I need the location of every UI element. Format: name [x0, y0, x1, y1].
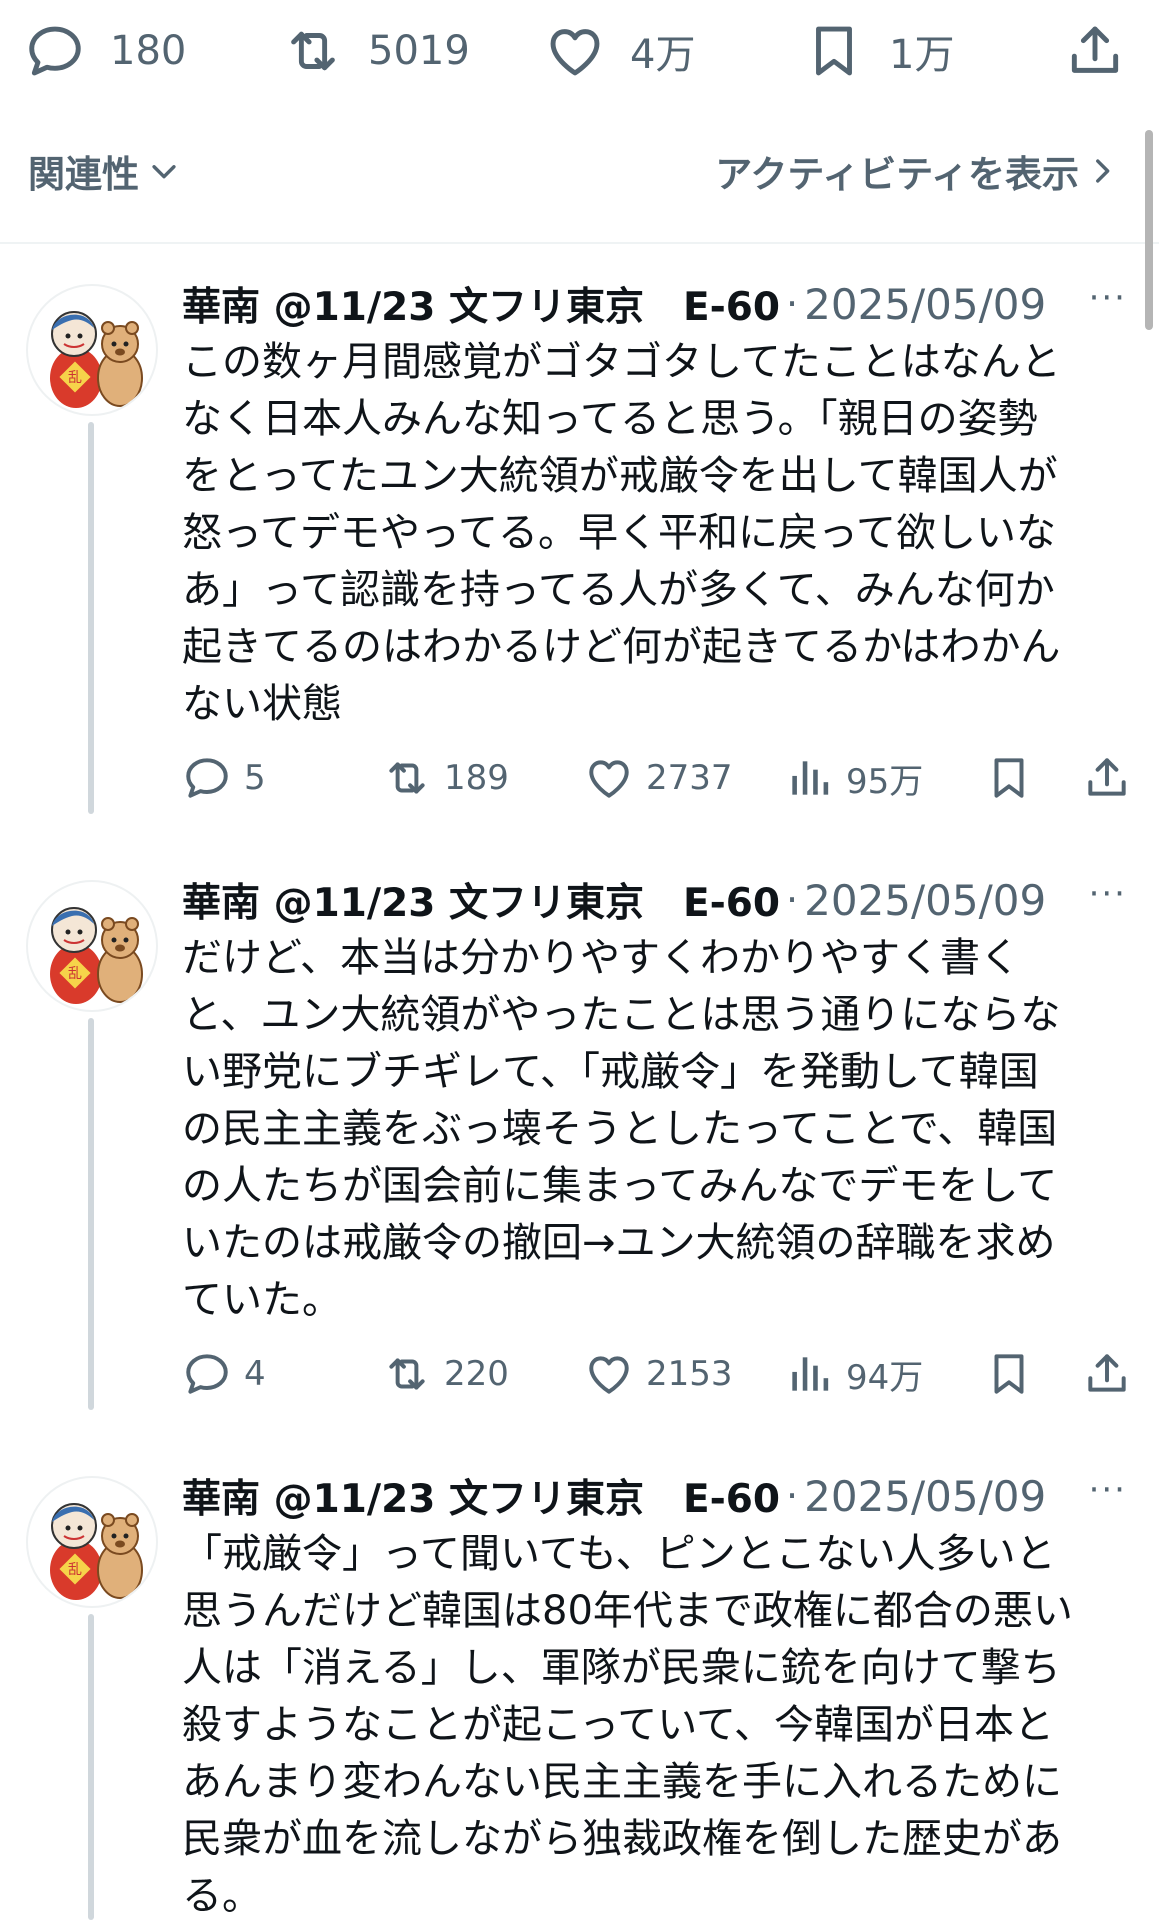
repost-button[interactable]: 189: [382, 748, 509, 808]
thread-line: [88, 422, 94, 814]
tweet-action-bar: 4 220 2153 94万: [182, 1344, 1159, 1404]
reply-count: 180: [110, 28, 187, 74]
tweet-date[interactable]: 2025/05/09: [804, 876, 1046, 925]
views-button[interactable]: 95万: [784, 748, 923, 808]
repost-icon: [382, 753, 432, 803]
views-icon: [784, 1349, 834, 1399]
reply-icon: [182, 1349, 232, 1399]
share-button[interactable]: [1064, 18, 1126, 84]
more-icon[interactable]: ···: [1089, 874, 1127, 914]
like-count: 4万: [630, 32, 696, 78]
author-name[interactable]: 華南 @11/23 文フリ東京 E-60: [182, 1468, 780, 1524]
reply-button[interactable]: 4: [182, 1344, 266, 1404]
repost-button[interactable]: 5019: [282, 18, 470, 84]
reply-button[interactable]: 180: [24, 18, 186, 84]
tweet-header: 華南 @11/23 文フリ東京 E-60 · 2025/05/09 ···: [182, 1466, 1139, 1526]
view-activity-label: アクティビティを表示: [715, 153, 1079, 196]
avatar-image: [28, 286, 158, 416]
bookmark-icon: [984, 1349, 1034, 1399]
more-icon[interactable]: ···: [1089, 278, 1127, 318]
reply-count: 5: [244, 758, 266, 798]
repost-count: 5019: [368, 28, 470, 74]
heart-icon: [544, 20, 606, 82]
divider: [0, 242, 1159, 244]
views-count: 94万: [846, 1357, 924, 1398]
tweet-header: 華南 @11/23 文フリ東京 E-60 · 2025/05/09 ···: [182, 870, 1139, 930]
more-icon[interactable]: ···: [1089, 1470, 1127, 1510]
tweet-date[interactable]: 2025/05/09: [804, 280, 1046, 329]
thread-line: [88, 1018, 94, 1410]
share-icon: [1064, 20, 1126, 82]
view-activity-link[interactable]: アクティビティを表示: [715, 144, 1119, 198]
reply-button[interactable]: 5: [182, 748, 266, 808]
like-button[interactable]: 4万: [544, 18, 695, 84]
bookmark-button[interactable]: [984, 1344, 1034, 1404]
bookmark-count: 1万: [889, 32, 955, 78]
reply-icon: [182, 753, 232, 803]
separator: ·: [786, 1474, 799, 1518]
tweet-header: 華南 @11/23 文フリ東京 E-60 · 2025/05/09 ···: [182, 274, 1139, 334]
share-button[interactable]: [1082, 748, 1132, 808]
sort-dropdown[interactable]: 関連性: [28, 144, 181, 198]
bookmark-icon: [803, 20, 865, 82]
heart-icon: [584, 1349, 634, 1399]
avatar[interactable]: [26, 880, 158, 1012]
share-icon: [1082, 753, 1132, 803]
repost-icon: [282, 20, 344, 82]
sort-label: 関連性: [28, 153, 139, 196]
like-button[interactable]: 2737: [584, 748, 733, 808]
thread-line: [88, 1614, 94, 1920]
bookmark-icon: [984, 753, 1034, 803]
reply-tweet[interactable]: 華南 @11/23 文フリ東京 E-60 · 2025/05/09 ··· 「戒…: [0, 1442, 1159, 1920]
repost-button[interactable]: 220: [382, 1344, 509, 1404]
reply-sort-bar: 関連性 アクティビティを表示: [0, 128, 1159, 212]
bookmark-button[interactable]: [984, 748, 1034, 808]
like-count: 2153: [646, 1354, 733, 1394]
bookmark-button[interactable]: 1万: [803, 18, 954, 84]
repost-count: 189: [444, 758, 509, 798]
avatar[interactable]: [26, 1476, 158, 1608]
share-button[interactable]: [1082, 1344, 1132, 1404]
like-count: 2737: [646, 758, 733, 798]
separator: ·: [786, 282, 799, 326]
tweet-action-bar: 5 189 2737 95万: [182, 748, 1159, 808]
repost-count: 220: [444, 1354, 509, 1394]
views-button[interactable]: 94万: [784, 1344, 923, 1404]
reply-count: 4: [244, 1354, 266, 1394]
tweet-text: だけど、本当は分かりやすくわかりやすく書く と、ユン大統領がやったことは思う通り…: [182, 935, 1061, 1323]
reply-icon: [24, 20, 86, 82]
reply-tweet[interactable]: 華南 @11/23 文フリ東京 E-60 · 2025/05/09 ··· この…: [0, 250, 1159, 846]
repost-icon: [382, 1349, 432, 1399]
tweet-text: この数ヶ月間感覚がゴタゴタしてたことはなんと なく日本人みんな知ってると思う。「…: [182, 339, 1061, 727]
post-action-bar: 180 5019 4万 1万: [0, 0, 1159, 110]
tweet-text: 「戒厳令」って聞いても、ピンとこない人多いと 思うんだけど韓国は80年代まで政権…: [182, 1531, 1073, 1919]
avatar-image: [28, 1478, 158, 1608]
reply-tweet[interactable]: 華南 @11/23 文フリ東京 E-60 · 2025/05/09 ··· だけ…: [0, 846, 1159, 1442]
chevron-right-icon: [1085, 154, 1119, 188]
views-count: 95万: [846, 761, 924, 802]
chevron-down-icon: [147, 154, 181, 188]
separator: ·: [786, 878, 799, 922]
heart-icon: [584, 753, 634, 803]
like-button[interactable]: 2153: [584, 1344, 733, 1404]
author-name[interactable]: 華南 @11/23 文フリ東京 E-60: [182, 276, 780, 332]
share-icon: [1082, 1349, 1132, 1399]
author-name[interactable]: 華南 @11/23 文フリ東京 E-60: [182, 872, 780, 928]
avatar[interactable]: [26, 284, 158, 416]
tweet-date[interactable]: 2025/05/09: [804, 1472, 1046, 1521]
avatar-image: [28, 882, 158, 1012]
views-icon: [784, 753, 834, 803]
